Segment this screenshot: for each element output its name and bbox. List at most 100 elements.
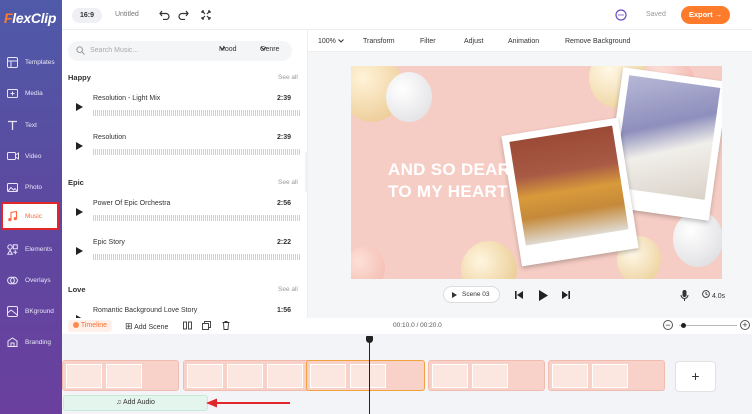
- waveform: [93, 149, 301, 155]
- flexclip-logo[interactable]: FlexClip: [4, 10, 56, 26]
- clip-thumbnail: [66, 364, 102, 388]
- music-icon: [6, 210, 19, 222]
- delete-icon[interactable]: [222, 321, 230, 332]
- sidebar-item-templates[interactable]: Templates: [2, 49, 58, 75]
- timeline-toolbar: Timeline ⊞ Add Scene 00:10.0 / 00:20.0 −…: [62, 318, 752, 334]
- genre-dropdown[interactable]: Genre: [260, 46, 279, 53]
- top-bar: 16:9 Untitled Saved Export →: [62, 0, 752, 30]
- sidebar-item-bkground[interactable]: BKground: [2, 298, 58, 324]
- microphone-icon[interactable]: [677, 288, 691, 302]
- previous-icon[interactable]: [512, 288, 526, 302]
- caption-line-2: TO MY HEART: [388, 182, 508, 201]
- play-icon[interactable]: [76, 142, 83, 150]
- chevron-down-icon: [338, 39, 344, 43]
- woman-photo-frame[interactable]: [501, 117, 639, 267]
- music-track[interactable]: Epic Story 2:22: [68, 233, 302, 273]
- clip-thumbnail: [432, 364, 468, 388]
- timeline-clip[interactable]: [428, 360, 545, 391]
- timeline-icon: [73, 322, 79, 329]
- zoom-out-icon[interactable]: −: [663, 320, 673, 330]
- play-icon[interactable]: [76, 247, 83, 255]
- mood-dropdown[interactable]: Mood: [219, 46, 237, 53]
- export-button[interactable]: Export →: [681, 6, 730, 24]
- play-icon[interactable]: [536, 288, 550, 302]
- timeline-label: Timeline: [80, 322, 108, 329]
- remove-background-tool[interactable]: Remove Background: [565, 38, 630, 45]
- sidebar-item-label: Music: [25, 212, 42, 220]
- play-icon[interactable]: [76, 208, 83, 216]
- project-title[interactable]: Untitled: [115, 11, 139, 18]
- playhead-handle[interactable]: [366, 336, 373, 343]
- scene-duration[interactable]: 4.0s: [702, 290, 725, 300]
- sidebar-item-label: Branding: [25, 338, 52, 346]
- timeline-clip[interactable]: [306, 360, 425, 391]
- white-balloon: [673, 211, 722, 267]
- music-track[interactable]: Resolution - Light Mix 2:39: [68, 89, 302, 129]
- adjust-tool[interactable]: Adjust: [464, 38, 483, 45]
- animation-tool[interactable]: Animation: [508, 38, 539, 45]
- sidebar-item-photo[interactable]: Photo: [2, 174, 58, 200]
- scene-selector[interactable]: Scene 03: [443, 286, 500, 303]
- sidebar-item-branding[interactable]: Branding: [2, 329, 58, 355]
- track-duration: 2:39: [277, 95, 292, 102]
- sidebar-item-music[interactable]: Music: [1, 202, 59, 230]
- couple-photo: [613, 75, 721, 200]
- sidebar-item-label: Overlays: [25, 276, 51, 284]
- split-icon[interactable]: [183, 321, 192, 332]
- timeline-tab[interactable]: Timeline: [68, 320, 113, 332]
- overlays-icon: [6, 275, 19, 286]
- category-heading-happy: Happy: [68, 73, 91, 82]
- sidebar-item-elements[interactable]: Elements: [2, 236, 58, 262]
- music-search-bar[interactable]: Search Music... Mood Genre: [68, 41, 292, 61]
- sidebar-item-video[interactable]: Video: [2, 143, 58, 169]
- sidebar-item-overlays[interactable]: Overlays: [2, 267, 58, 293]
- zoom-dropdown[interactable]: 100%: [318, 38, 344, 45]
- sidebar-item-label: Text: [25, 121, 37, 129]
- sidebar-item-text[interactable]: Text: [2, 112, 58, 138]
- undo-icon[interactable]: [157, 8, 171, 22]
- see-all-link[interactable]: See all: [278, 286, 298, 293]
- playhead[interactable]: [369, 336, 370, 414]
- zoom-slider-handle[interactable]: [681, 323, 686, 328]
- add-scene-button[interactable]: ⊞ Add Scene: [125, 321, 168, 332]
- add-audio-button[interactable]: ♫ Add Audio: [63, 395, 208, 411]
- search-input[interactable]: Search Music...: [90, 47, 138, 54]
- music-track[interactable]: Romantic Background Love Story 1:56: [68, 301, 302, 318]
- video-caption[interactable]: AND SO DEAR TO MY HEART: [388, 159, 510, 203]
- clip-thumbnail: [227, 364, 263, 388]
- see-all-link[interactable]: See all: [278, 74, 298, 81]
- redo-icon[interactable]: [176, 8, 190, 22]
- see-all-link[interactable]: See all: [278, 179, 298, 186]
- track-duration: 1:56: [277, 307, 292, 314]
- zoom-in-icon[interactable]: +: [740, 320, 750, 330]
- clip-thumbnail: [187, 364, 223, 388]
- mood-label: Mood: [219, 46, 237, 53]
- music-track[interactable]: Resolution 2:39: [68, 128, 302, 168]
- sidebar-item-label: Elements: [25, 245, 53, 253]
- track-title: Resolution - Light Mix: [93, 95, 161, 102]
- duplicate-icon[interactable]: [202, 321, 211, 332]
- play-icon[interactable]: [76, 103, 83, 111]
- timeline-clip[interactable]: [62, 360, 179, 391]
- fullscreen-icon[interactable]: [199, 8, 213, 22]
- clip-thumbnail: [472, 364, 508, 388]
- photo-icon: [6, 182, 19, 193]
- waveform: [93, 254, 301, 260]
- video-preview-canvas[interactable]: AND SO DEAR TO MY HEART: [351, 66, 722, 279]
- timeline-clip[interactable]: [548, 360, 665, 391]
- transform-tool[interactable]: Transform: [363, 38, 395, 45]
- saved-status: Saved: [646, 11, 666, 18]
- add-scene-plus-button[interactable]: +: [675, 361, 716, 392]
- clip-thumbnail: [552, 364, 588, 388]
- music-panel: Search Music... Mood Genre Happy See all R…: [62, 30, 308, 318]
- zoom-slider[interactable]: [679, 325, 737, 326]
- video-icon: [6, 151, 19, 162]
- aspect-ratio-button[interactable]: 16:9: [72, 8, 103, 23]
- chat-icon[interactable]: [614, 8, 628, 22]
- category-heading-epic: Epic: [68, 178, 84, 187]
- next-icon[interactable]: [558, 288, 572, 302]
- sidebar-item-media[interactable]: Media: [2, 80, 58, 106]
- filter-tool[interactable]: Filter: [420, 38, 436, 45]
- music-track[interactable]: Power Of Epic Orchestra 2:56: [68, 194, 302, 234]
- track-duration: 2:56: [277, 200, 292, 207]
